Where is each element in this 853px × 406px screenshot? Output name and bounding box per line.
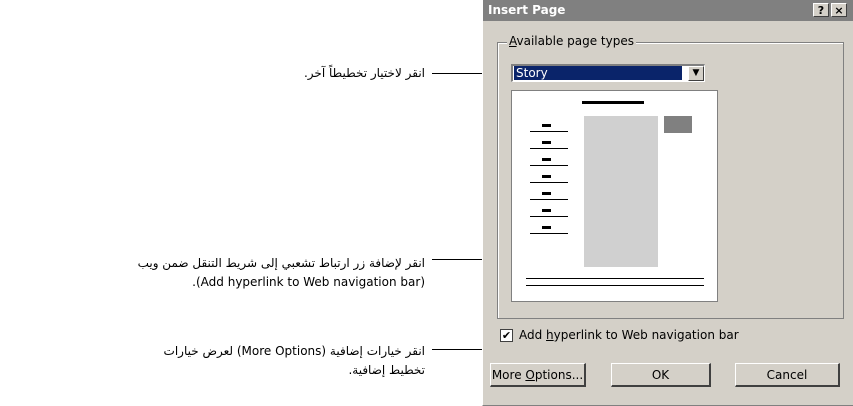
callout-layout: انقر لاختيار تخطيطاً آخر. [303, 66, 425, 80]
layout-preview [511, 90, 718, 302]
preview-nav-line [530, 233, 568, 234]
help-icon: ? [817, 4, 825, 17]
preview-title-bar [582, 101, 644, 104]
preview-nav-line [530, 131, 568, 132]
close-button[interactable]: × [831, 3, 847, 17]
preview-content-block [584, 116, 658, 267]
preview-nav-line [530, 165, 568, 166]
title-bar: Insert Page ? × [483, 0, 853, 21]
help-button[interactable]: ? [813, 3, 829, 17]
preview-nav-dash [542, 141, 551, 144]
preview-nav-line [530, 199, 568, 200]
dialog-title: Insert Page [488, 3, 566, 17]
callout-options-line2: تخطيط إضافية. [348, 363, 425, 377]
ok-button[interactable]: OK [611, 363, 711, 387]
preview-nav-line [530, 148, 568, 149]
preview-nav-line [530, 216, 568, 217]
insert-page-dialog: Insert Page ? × Available page types Sto… [482, 0, 853, 406]
preview-nav-dash [542, 158, 551, 161]
preview-nav-line [530, 182, 568, 183]
cancel-button[interactable]: Cancel [735, 363, 840, 387]
more-options-button[interactable]: More Options... [490, 363, 586, 387]
chevron-down-icon[interactable]: ▼ [688, 66, 704, 81]
preview-footer-line [526, 278, 704, 279]
preview-nav-dash [542, 192, 551, 195]
preview-nav-dash [542, 226, 551, 229]
callout-options-line1: انقر خيارات إضافية (More Options) لعرض خ… [163, 344, 425, 358]
preview-image-block [664, 116, 692, 133]
preview-footer-line [526, 285, 704, 286]
callout-hyperlink-line2: (Add hyperlink to Web navigation bar). [192, 275, 425, 289]
callout-hyperlink: انقر لإضافة زر ارتباط تشعبي إلى شريط الت… [0, 254, 425, 292]
close-icon: × [834, 4, 844, 17]
preview-nav-dash [542, 124, 551, 127]
page-types-label: Available page types [507, 34, 636, 48]
page-type-dropdown[interactable]: Story ▼ [511, 64, 705, 82]
callout-options: انقر خيارات إضافية (More Options) لعرض خ… [65, 342, 425, 380]
page-types-label-rest: vailable page types [516, 34, 634, 48]
page-types-label-mnemonic: A [509, 34, 517, 48]
page-type-selected: Story [514, 66, 682, 80]
preview-nav-dash [542, 175, 551, 178]
checkmark-icon: ✔ [501, 329, 512, 342]
preview-nav-dash [542, 209, 551, 212]
add-hyperlink-checkbox[interactable]: ✔ [500, 329, 513, 342]
add-hyperlink-label[interactable]: Add hyperlink to Web navigation bar [519, 328, 739, 342]
callout-hyperlink-line1: انقر لإضافة زر ارتباط تشعبي إلى شريط الت… [137, 256, 425, 270]
